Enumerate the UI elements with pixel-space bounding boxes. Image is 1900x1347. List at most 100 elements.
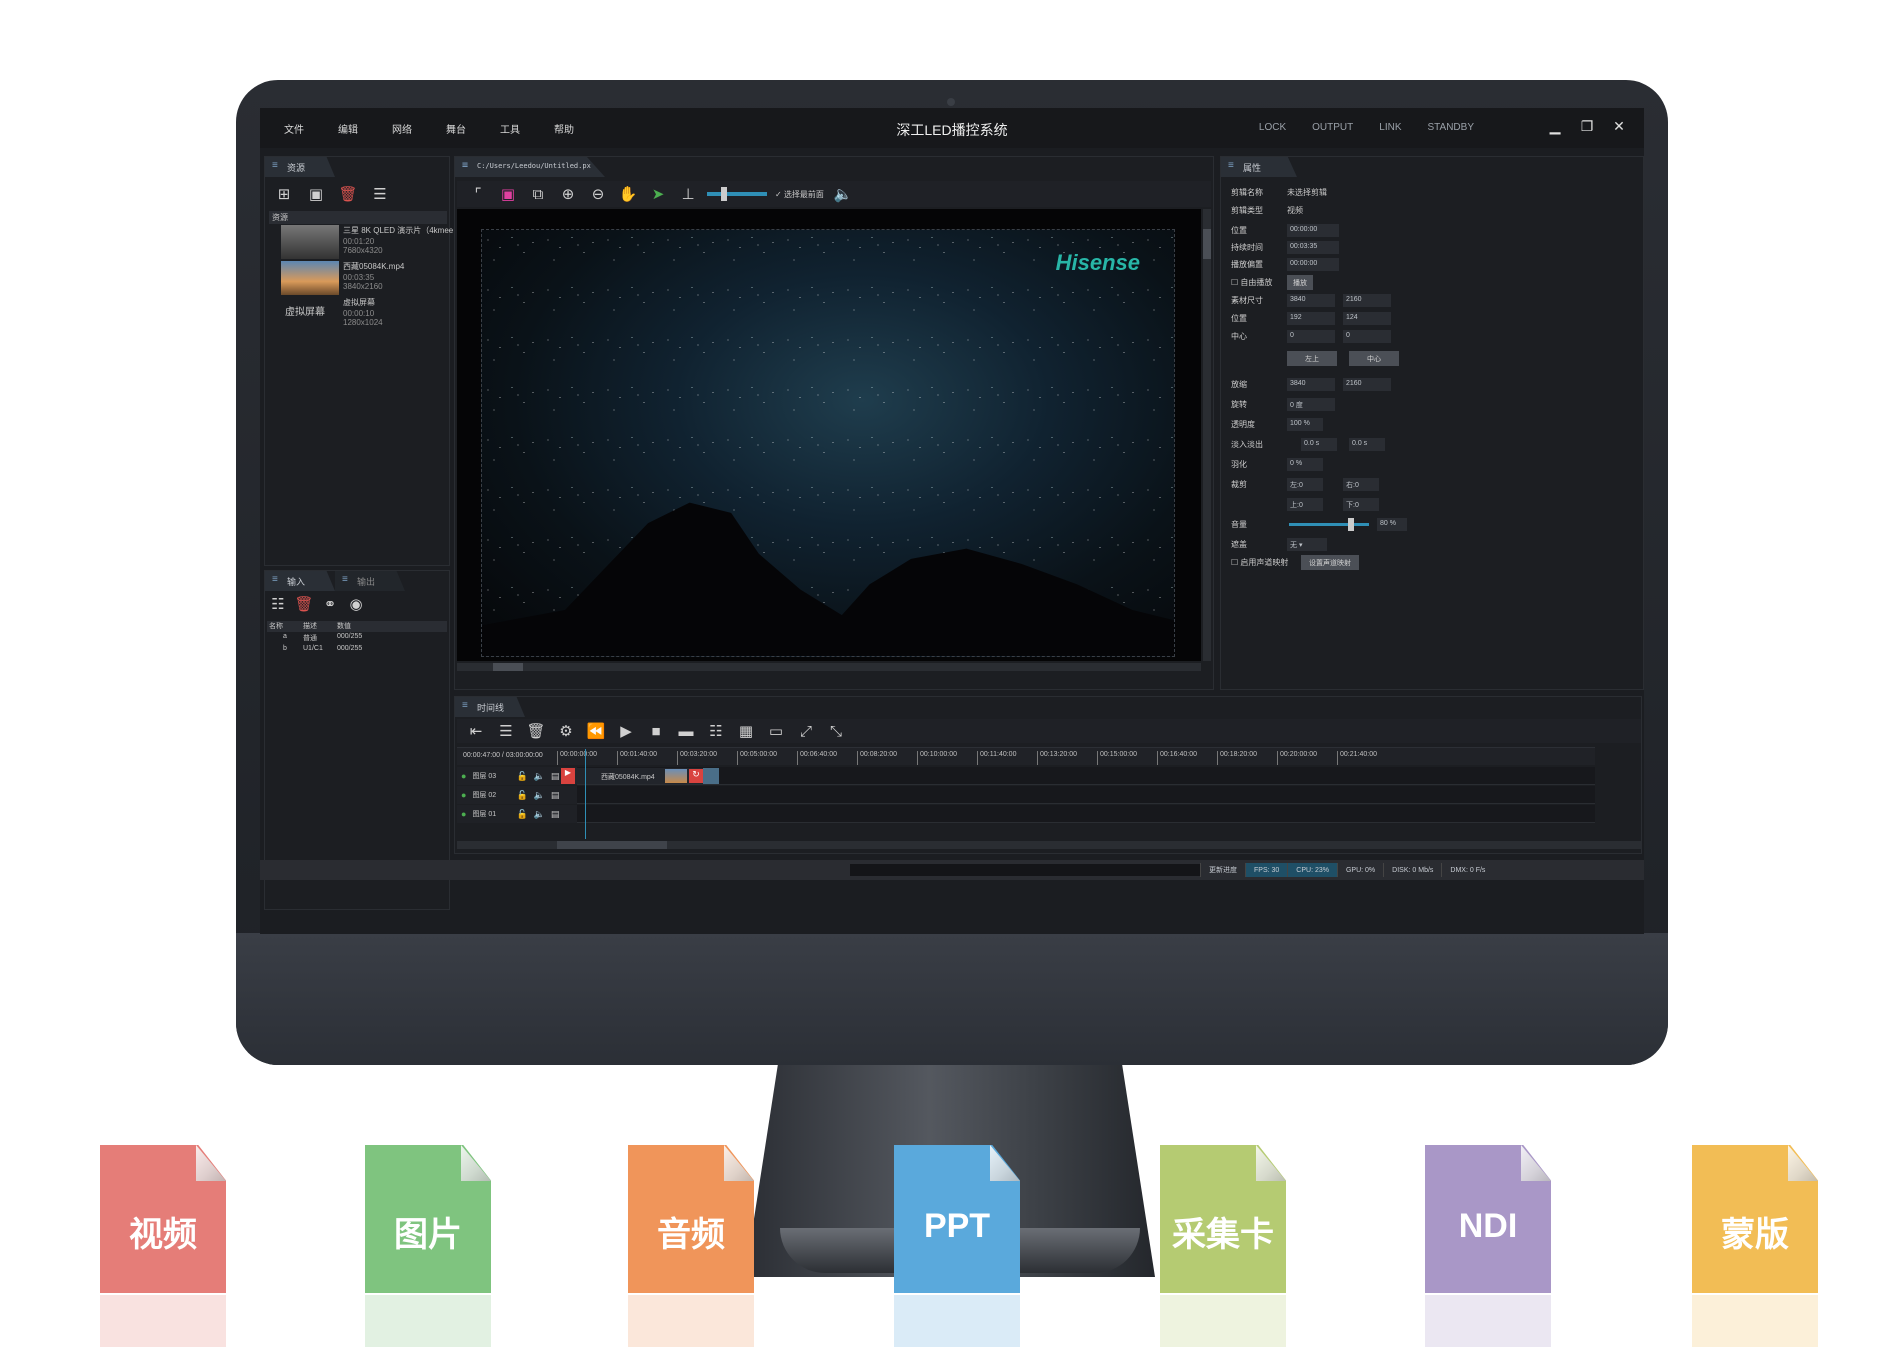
tab-viewer-file[interactable]: C:/Users/Leedou/Untitled.px	[455, 157, 605, 177]
timeline-ruler[interactable]: 00:00:47:00 / 03:00:00:00 00:00:00:00 00…	[457, 747, 1595, 765]
add-folder-icon[interactable]: ▣	[305, 185, 327, 203]
opacity-field[interactable]: 100 %	[1287, 417, 1323, 431]
fade-out-field[interactable]: 0.0 s	[1349, 437, 1385, 451]
playhead[interactable]	[585, 749, 586, 839]
track-layer-01[interactable]: ● 图层 01 🔓 🔈 ▤	[457, 805, 1595, 823]
crop-top-field[interactable]: 上:0	[1287, 497, 1323, 511]
bring-front-checkbox[interactable]: ✓ 选择最前面	[775, 189, 824, 200]
audio-map-button[interactable]: 设置声道映射	[1301, 554, 1359, 570]
rotate-field[interactable]: 0 度	[1287, 397, 1335, 411]
volume-icon[interactable]: 🔈	[832, 185, 854, 203]
tab-resources[interactable]: 资源	[265, 157, 335, 177]
track-layer-02[interactable]: ● 图层 02 🔓 🔈 ▤	[457, 786, 1595, 804]
speaker-icon[interactable]: 🔈	[534, 790, 545, 801]
layout-icon[interactable]: ⧉	[527, 186, 549, 203]
zoom-out-icon[interactable]: ⊖	[587, 185, 609, 203]
standby-button[interactable]: STANDBY	[1428, 122, 1475, 133]
loop-icon[interactable]: ↻	[689, 769, 703, 783]
lock-button[interactable]: LOCK	[1259, 122, 1286, 133]
play-button[interactable]: 播放	[1287, 274, 1313, 290]
refresh-icon[interactable]: ◉	[345, 595, 367, 613]
list-menu-icon[interactable]: ☰	[369, 185, 391, 203]
top-left-button[interactable]: 左上	[1287, 350, 1337, 366]
duration-field[interactable]: 00:03:35	[1287, 240, 1339, 254]
scroll-thumb[interactable]	[557, 841, 667, 849]
speaker-icon[interactable]: 🔈	[534, 809, 545, 820]
layer-visible-icon[interactable]: ●	[461, 809, 466, 819]
crop-bottom-field[interactable]: 下:0	[1343, 497, 1379, 511]
scroll-thumb[interactable]	[1203, 229, 1211, 259]
grid-icon[interactable]: ▦	[735, 722, 757, 740]
lock-icon[interactable]: 🔓	[516, 809, 527, 820]
tab-input[interactable]: 输入	[265, 571, 335, 591]
offset-field[interactable]: 00:00:00	[1287, 257, 1339, 271]
horizontal-scrollbar[interactable]	[457, 663, 1201, 671]
material-width-field[interactable]: 3840	[1287, 293, 1335, 307]
zoom-slider[interactable]	[707, 187, 767, 201]
trim-icon[interactable]: ⇤	[465, 722, 487, 740]
stage-preview[interactable]: Hisense	[481, 229, 1175, 657]
input-list-icon[interactable]: ☷	[267, 595, 289, 613]
layer-visible-icon[interactable]: ●	[461, 771, 466, 781]
center-x-field[interactable]: 0	[1287, 329, 1335, 343]
table-row[interactable]: b U1/C1 000/255	[267, 645, 447, 656]
delete-icon[interactable]: 🗑	[337, 185, 359, 203]
fade-in-field[interactable]: 0.0 s	[1301, 437, 1337, 451]
select-arrow-icon[interactable]: ➤	[647, 185, 669, 203]
center-y-field[interactable]: 0	[1343, 329, 1391, 343]
crop-right-field[interactable]: 右:0	[1343, 477, 1379, 491]
zoom-slider-handle[interactable]	[721, 187, 727, 201]
play-preview-icon[interactable]: ▣	[497, 185, 519, 203]
crop-tool-icon[interactable]: ⌜	[467, 185, 489, 203]
link-button[interactable]: LINK	[1379, 122, 1401, 133]
minimize-icon[interactable]: ▁	[1548, 118, 1562, 135]
feather-field[interactable]: 0 %	[1287, 457, 1323, 471]
resource-item[interactable]: 三星 8K QLED 演示片（4kmee，co 00:01:20 7680x43…	[281, 225, 470, 261]
crop-left-field[interactable]: 左:0	[1287, 477, 1323, 491]
stop-icon[interactable]: ■	[645, 723, 667, 740]
film-icon[interactable]: ▤	[551, 809, 560, 820]
list-icon[interactable]: ☷	[705, 722, 727, 740]
volume-slider[interactable]	[1289, 517, 1369, 531]
restore-icon[interactable]: ❐	[1580, 118, 1594, 135]
tab-timeline[interactable]: 时间线	[455, 697, 525, 717]
timeline-scrollbar[interactable]	[457, 841, 1641, 849]
scale-width-field[interactable]: 3840	[1287, 377, 1335, 391]
pos-y-field[interactable]: 124	[1343, 311, 1391, 325]
center-button[interactable]: 中心	[1349, 350, 1399, 366]
table-row[interactable]: a 普通 000/255	[267, 633, 447, 644]
position-field[interactable]: 00:00:00	[1287, 223, 1339, 237]
mask-select[interactable]: 无 ▾	[1287, 537, 1327, 551]
layer-visible-icon[interactable]: ●	[461, 790, 466, 800]
volume-field[interactable]: 80 %	[1377, 517, 1407, 531]
track-layer-03[interactable]: ● 图层 03 🔓 🔈 ▤ ▶ 西藏05084K.mp4 ↻	[457, 767, 1595, 785]
scroll-thumb[interactable]	[493, 663, 523, 671]
close-icon[interactable]: ✕	[1612, 118, 1626, 135]
lock-icon[interactable]: 🔓	[516, 790, 527, 801]
layer-list-icon[interactable]: ☰	[495, 722, 517, 740]
marker-icon[interactable]: ▬	[675, 723, 697, 740]
viewer-canvas[interactable]: Hisense	[457, 209, 1201, 661]
lock-icon[interactable]: 🔓	[516, 771, 527, 782]
speaker-icon[interactable]: 🔈	[534, 771, 545, 782]
output-button[interactable]: OUTPUT	[1312, 122, 1353, 133]
zoom-in-icon[interactable]: ⊕	[557, 185, 579, 203]
resource-item[interactable]: 虚拟屏幕 虚拟屏幕 00:00:10 1280x1024	[281, 297, 461, 333]
film-icon[interactable]: ▤	[551, 771, 560, 782]
screen-icon[interactable]: ▭	[765, 722, 787, 740]
pos-x-field[interactable]: 192	[1287, 311, 1335, 325]
rewind-icon[interactable]: ⏪	[585, 722, 607, 740]
pan-hand-icon[interactable]: ✋	[617, 185, 639, 203]
network-icon[interactable]: ⚭	[319, 595, 341, 613]
vertical-scrollbar[interactable]	[1203, 209, 1211, 661]
material-height-field[interactable]: 2160	[1343, 293, 1391, 307]
add-resource-icon[interactable]: ⊞	[273, 185, 295, 203]
delete-input-icon[interactable]: 🗑	[293, 595, 315, 613]
trash-icon[interactable]: 🗑	[525, 722, 547, 740]
tab-output[interactable]: 输出	[335, 571, 405, 591]
resource-item[interactable]: 西藏05084K.mp4 00:03:35 3840x2160	[281, 261, 461, 297]
expand-icon[interactable]: ⤢	[795, 723, 817, 740]
volume-slider-handle[interactable]	[1348, 517, 1355, 531]
audio-map-checkbox[interactable]: ☐ 启用声道映射	[1231, 557, 1301, 568]
scale-height-field[interactable]: 2160	[1343, 377, 1391, 391]
